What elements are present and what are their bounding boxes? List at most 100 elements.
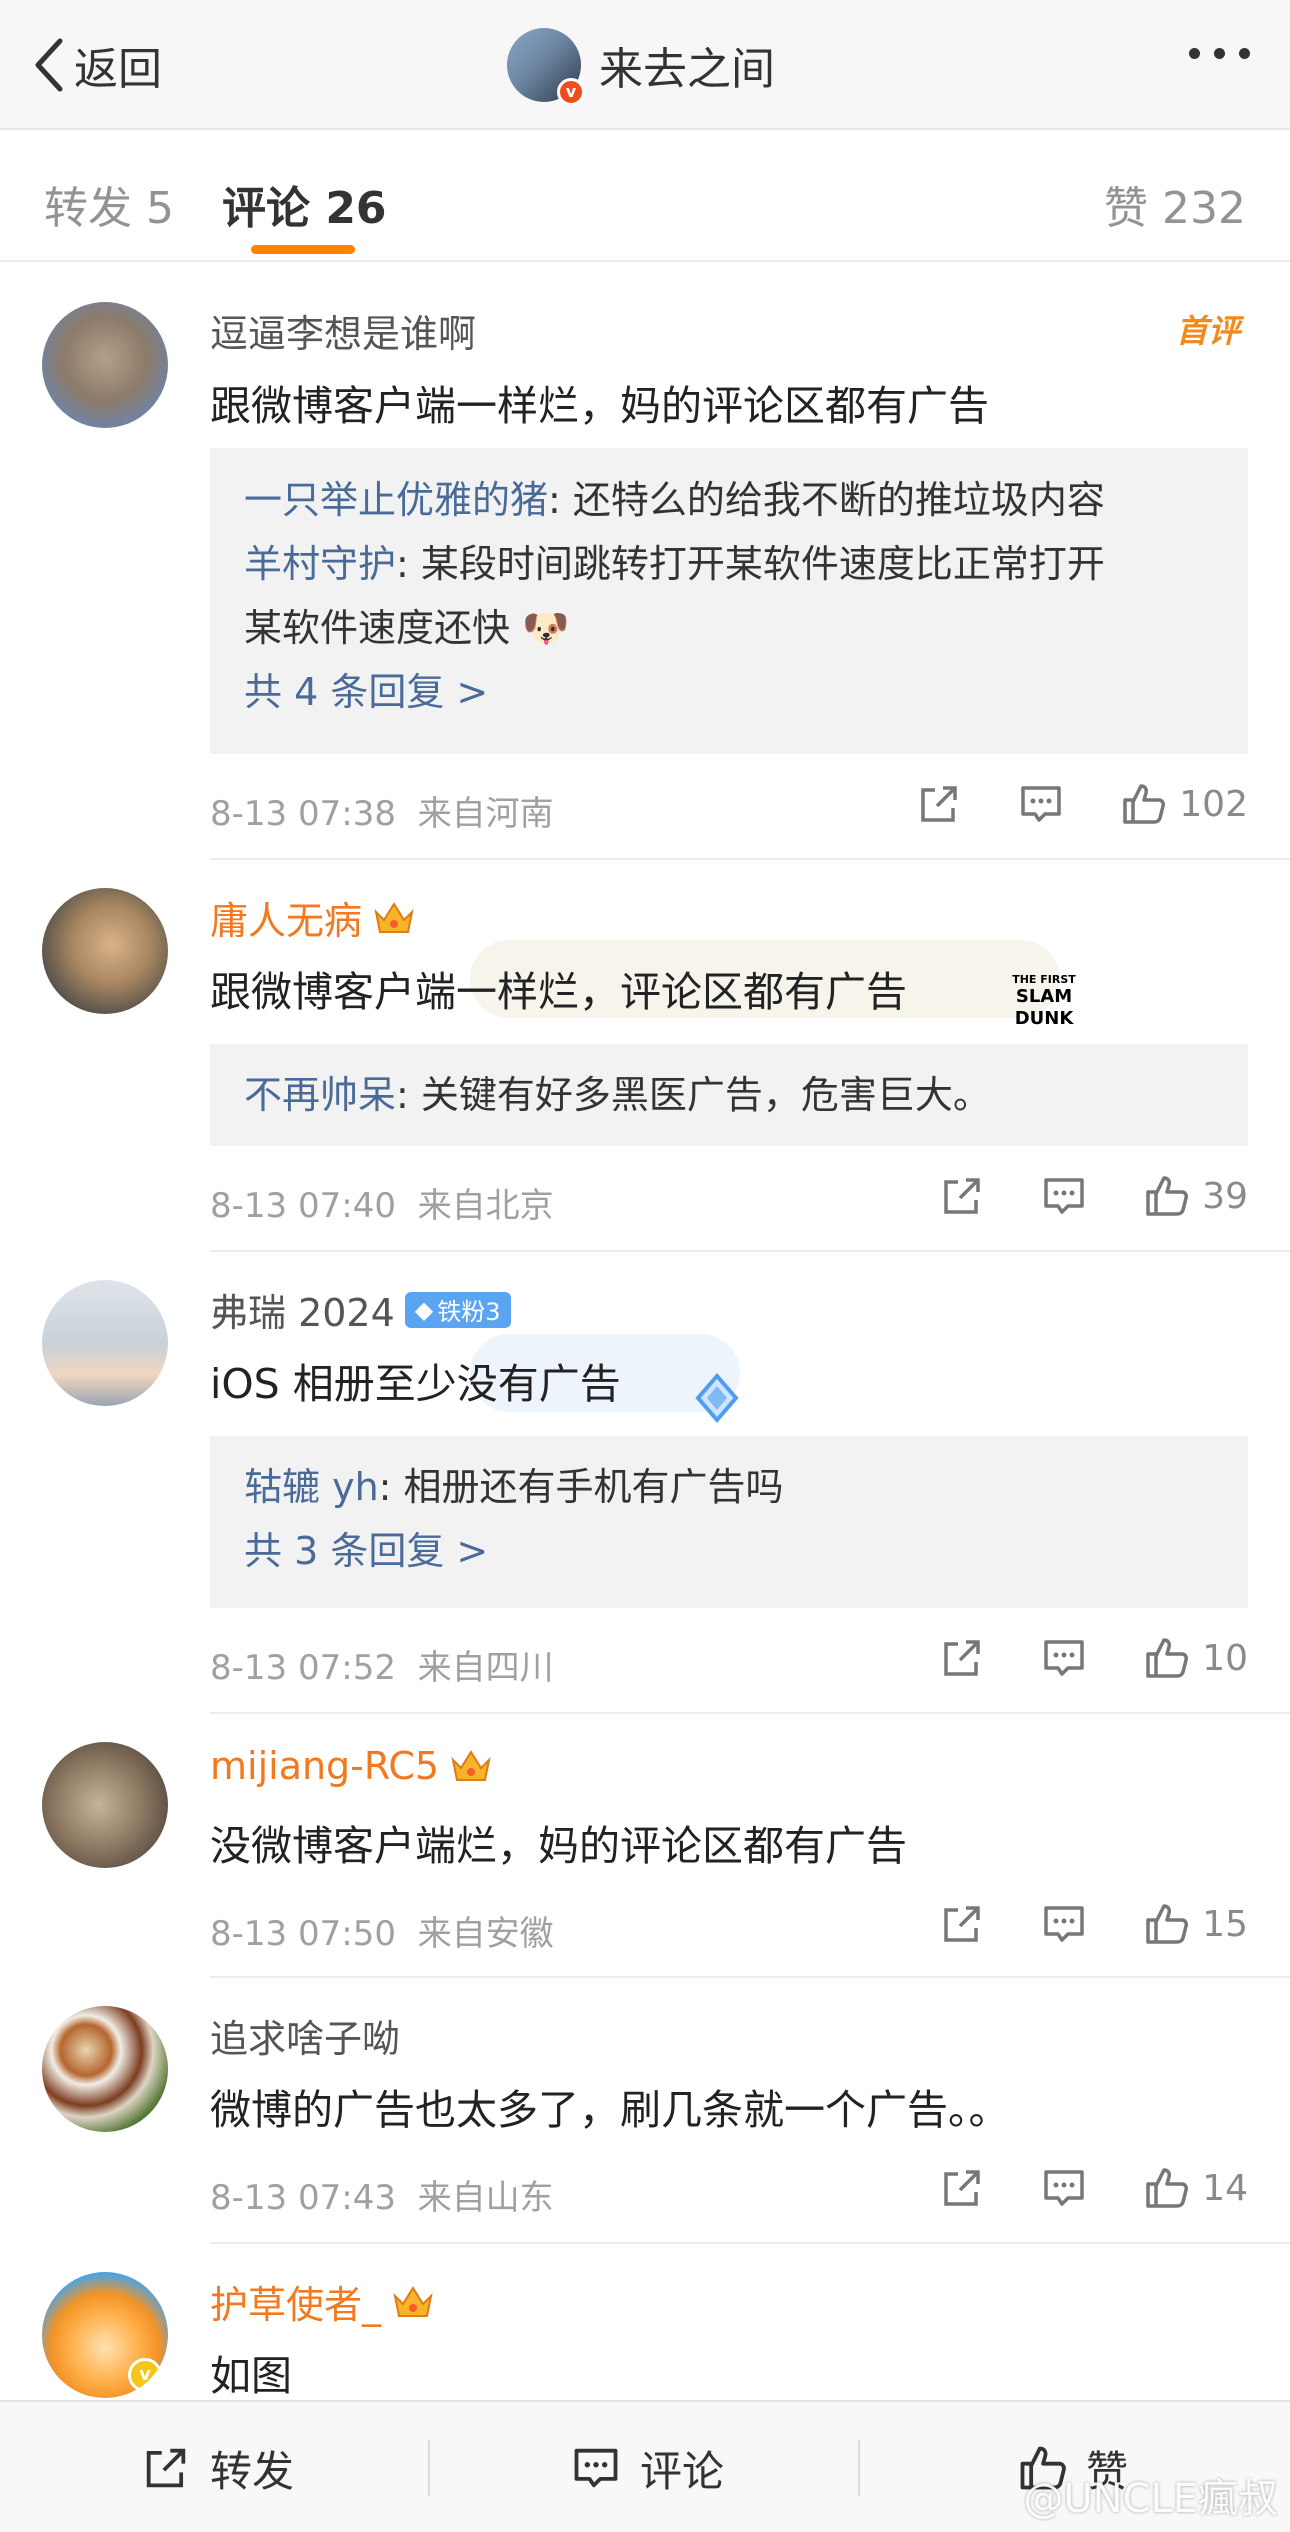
comment-text: 跟微博客户端一样烂，评论区都有广告 xyxy=(210,968,907,1016)
reply-line: 一只举止优雅的猪: 还特么的给我不断的推垃圾内容 xyxy=(244,478,1105,522)
divider xyxy=(428,2440,430,2496)
crown-icon xyxy=(393,2285,433,2317)
thumbs-up-icon xyxy=(1146,1638,1189,1678)
more-icon[interactable] xyxy=(1189,48,1250,59)
view-more-replies[interactable]: 共 4 条回复 > xyxy=(244,660,1214,724)
avatar[interactable] xyxy=(42,1742,168,1868)
share-icon xyxy=(146,2448,186,2488)
divider xyxy=(210,1250,1290,1252)
like-button[interactable]: 102 xyxy=(1119,780,1248,828)
reply-author[interactable]: 轱辘 yh xyxy=(244,1465,379,1509)
comment-text: 没微博客户端烂，妈的评论区都有广告 xyxy=(210,1822,907,1870)
comment-actions: 15 xyxy=(938,1900,1248,1948)
comment-icon[interactable] xyxy=(1040,1172,1088,1220)
tab-bar: 转发 5 评论 26 赞 232 xyxy=(0,132,1290,262)
reply-line: 不再帅呆: 关键有好多黑医广告，危害巨大。 xyxy=(244,1073,991,1117)
reply-author[interactable]: 不再帅呆 xyxy=(244,1073,396,1117)
comment-meta: 8-13 07:43 来自山东 xyxy=(210,2178,554,2218)
avatar[interactable] xyxy=(42,2006,168,2132)
comment-meta: 8-13 07:50 来自安徽 xyxy=(210,1914,554,1954)
divider xyxy=(858,2440,860,2496)
doge-emoji-icon: 🐶 xyxy=(522,606,570,650)
avatar[interactable]: v xyxy=(507,28,585,106)
comment-label: 评论 xyxy=(640,2446,725,2496)
reply-box[interactable]: 一只举止优雅的猪: 还特么的给我不断的推垃圾内容 羊村守护: 某段时间跳转打开某… xyxy=(210,448,1248,754)
tab-comment[interactable]: 评论 26 xyxy=(222,172,387,236)
diamond-icon: ◆ xyxy=(414,1295,434,1324)
like-button[interactable]: 39 xyxy=(1142,1172,1248,1220)
like-count: 15 xyxy=(1202,1903,1248,1945)
thumbs-up-icon xyxy=(1146,1176,1189,1216)
tab-like[interactable]: 赞 232 xyxy=(1104,172,1246,236)
like-button[interactable]: 14 xyxy=(1142,2164,1248,2212)
tab-active-indicator xyxy=(251,245,355,254)
like-count: 14 xyxy=(1202,2167,1248,2209)
comment-username[interactable]: 庸人无病 xyxy=(210,890,416,945)
comment-actions: 39 xyxy=(938,1172,1248,1220)
comment-meta: 8-13 07:52 来自四川 xyxy=(210,1648,554,1688)
reply-line: 羊村守护: 某段时间跳转打开某软件速度比正常打开 xyxy=(244,542,1105,586)
share-icon[interactable] xyxy=(938,1172,986,1220)
comment-username[interactable]: mijiang-RC5 xyxy=(210,1744,493,1788)
avatar[interactable] xyxy=(42,1280,168,1406)
share-icon[interactable] xyxy=(915,780,963,828)
comment-text: iOS 相册至少没有广告 xyxy=(210,1360,621,1408)
comment-username[interactable]: 弗瑞 2024 ◆ 铁粉3 xyxy=(210,1282,511,1337)
divider xyxy=(210,858,1290,860)
tab-repost[interactable]: 转发 5 xyxy=(44,172,174,236)
avatar[interactable] xyxy=(42,888,168,1014)
divider xyxy=(210,1976,1290,1978)
comment-username[interactable]: 追求啥子呦 xyxy=(210,2008,400,2063)
reply-box[interactable]: 不再帅呆: 关键有好多黑医广告，危害巨大。 xyxy=(210,1044,1248,1146)
like-button[interactable]: 10 xyxy=(1142,1634,1248,1682)
comment-icon[interactable] xyxy=(1040,1634,1088,1682)
comment-text: 微博的广告也太多了，刷几条就一个广告。。 xyxy=(210,2086,1010,2134)
thumbs-up-icon xyxy=(1123,784,1166,824)
diamond-sparkle-icon xyxy=(695,1372,739,1424)
like-button[interactable]: 15 xyxy=(1142,1900,1248,1948)
share-icon[interactable] xyxy=(938,1900,986,1948)
repost-button[interactable]: 转发 xyxy=(140,2402,294,2532)
comment-icon xyxy=(574,2448,618,2488)
verified-badge: v xyxy=(557,78,585,106)
comment-button[interactable]: 评论 xyxy=(570,2402,724,2532)
comment-actions: 10 xyxy=(938,1634,1248,1682)
thumbs-up-icon xyxy=(1146,1904,1189,1944)
watermark: @UNCLE瘋叔 xyxy=(1023,2476,1278,2522)
comment-icon[interactable] xyxy=(1017,780,1065,828)
nav-user[interactable]: v 来去之间 xyxy=(507,26,775,106)
comment-meta: 8-13 07:38 来自河南 xyxy=(210,794,554,834)
avatar[interactable]: v xyxy=(42,2272,168,2398)
avatar[interactable] xyxy=(42,302,168,428)
like-count: 39 xyxy=(1202,1175,1248,1217)
comment-icon[interactable] xyxy=(1040,1900,1088,1948)
thumbs-up-icon xyxy=(1146,2168,1189,2208)
page-title: 来去之间 xyxy=(599,44,775,95)
reply-author[interactable]: 一只举止优雅的猪 xyxy=(244,478,548,522)
comment-actions: 102 xyxy=(915,780,1248,828)
comment-text: 跟微博客户端一样烂，妈的评论区都有广告 xyxy=(210,382,989,430)
slam-dunk-bubble-logo: THE FIRST SLAM DUNK xyxy=(1012,973,1076,1030)
verified-badge: v xyxy=(128,2358,162,2392)
view-more-replies[interactable]: 共 3 条回复 > xyxy=(244,1519,1214,1583)
comment-meta: 8-13 07:40 来自北京 xyxy=(210,1186,554,1226)
like-count: 102 xyxy=(1179,783,1248,825)
fan-badge: ◆ 铁粉3 xyxy=(404,1291,511,1328)
comment-icon[interactable] xyxy=(1040,2164,1088,2212)
reply-line: 某软件速度还快 🐶 xyxy=(244,606,570,650)
back-label: 返回 xyxy=(74,44,162,95)
share-icon[interactable] xyxy=(938,1634,986,1682)
comment-username[interactable]: 逗逼李想是谁啊 xyxy=(210,303,476,358)
repost-label: 转发 xyxy=(210,2446,295,2496)
reply-author[interactable]: 羊村守护 xyxy=(244,542,396,586)
back-button[interactable]: 返回 xyxy=(30,30,162,100)
nav-bar: 返回 v 来去之间 xyxy=(0,0,1290,130)
reply-box[interactable]: 轱辘 yh: 相册还有手机有广告吗 共 3 条回复 > xyxy=(210,1436,1248,1608)
comment-username[interactable]: 护草使者_ xyxy=(210,2274,435,2329)
crown-icon xyxy=(451,1750,491,1781)
like-count: 10 xyxy=(1202,1637,1248,1679)
chevron-left-icon xyxy=(35,38,63,92)
crown-icon xyxy=(374,901,414,933)
share-icon[interactable] xyxy=(938,2164,986,2212)
comment-text: 如图 xyxy=(210,2352,292,2400)
